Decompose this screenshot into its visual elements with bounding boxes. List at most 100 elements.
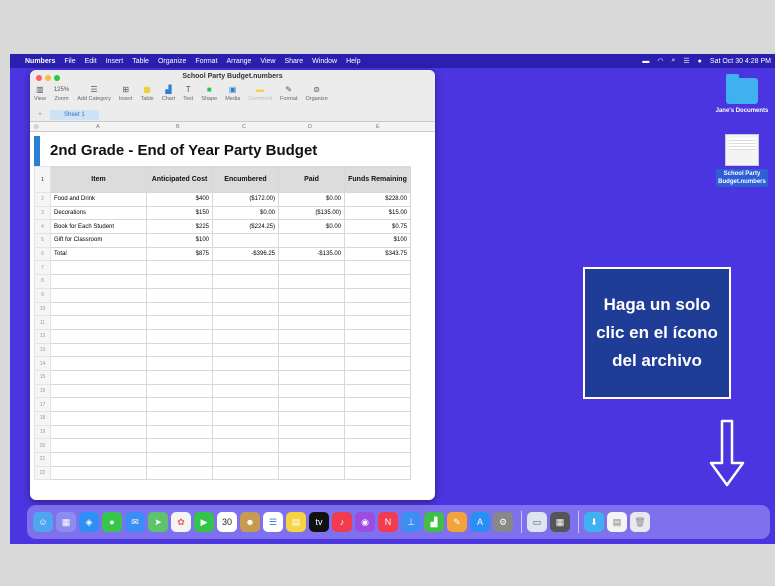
- table-cell[interactable]: [212, 424, 279, 440]
- keynote-icon[interactable]: ⊥: [401, 512, 421, 532]
- add-category-button[interactable]: ☰ Add Category: [77, 84, 111, 108]
- menu-window[interactable]: Window: [312, 58, 337, 65]
- column-header-cell[interactable]: Anticipated Cost: [146, 166, 213, 193]
- desktop-folder-janes-documents[interactable]: Jane's Documents: [711, 74, 773, 114]
- table-cell[interactable]: $225: [146, 219, 213, 235]
- preview-icon[interactable]: ▭: [527, 512, 547, 532]
- menu-edit[interactable]: Edit: [85, 58, 97, 65]
- table-cell[interactable]: [50, 301, 147, 317]
- column-header-e[interactable]: E: [376, 124, 380, 130]
- table-cell[interactable]: $0.00: [212, 205, 279, 221]
- column-header-cell[interactable]: Funds Remaining: [344, 166, 411, 193]
- row-number[interactable]: 11: [34, 315, 51, 330]
- column-header-a[interactable]: A: [96, 124, 100, 130]
- table-cell[interactable]: [212, 328, 279, 344]
- table-cell[interactable]: ($172.00): [212, 192, 279, 207]
- table-cell[interactable]: [278, 438, 345, 454]
- table-cell[interactable]: [278, 411, 345, 426]
- table-cell[interactable]: [50, 369, 147, 385]
- table-cell[interactable]: [278, 383, 345, 399]
- table-cell[interactable]: [212, 315, 279, 330]
- table-cell[interactable]: [344, 315, 411, 330]
- news-icon[interactable]: N: [378, 512, 398, 532]
- column-header-cell[interactable]: Paid: [278, 166, 345, 193]
- finder-icon[interactable]: ☺: [33, 512, 53, 532]
- table-cell[interactable]: [50, 452, 147, 467]
- row-number[interactable]: 4: [34, 219, 51, 235]
- row-number[interactable]: 5: [34, 233, 51, 248]
- row-number[interactable]: 15: [34, 369, 51, 385]
- table-cell[interactable]: [146, 342, 213, 358]
- table-cell[interactable]: [212, 287, 279, 303]
- media-button[interactable]: ▣ Media: [225, 84, 240, 108]
- table-cell[interactable]: [146, 301, 213, 317]
- table-cell[interactable]: [212, 356, 279, 371]
- table-cell[interactable]: [212, 301, 279, 317]
- table-cell[interactable]: [278, 315, 345, 330]
- table-cell[interactable]: [50, 356, 147, 371]
- row-number[interactable]: 6: [34, 246, 51, 262]
- menu-app-numbers[interactable]: Numbers: [25, 58, 55, 65]
- table-title[interactable]: 2nd Grade - End of Year Party Budget: [34, 136, 435, 166]
- table-cell[interactable]: [146, 328, 213, 344]
- table-cell[interactable]: [146, 383, 213, 399]
- chart-button[interactable]: ▟ Chart: [162, 84, 175, 108]
- table-cell[interactable]: [146, 369, 213, 385]
- table-cell[interactable]: [278, 287, 345, 303]
- row-number[interactable]: 8: [34, 274, 51, 289]
- table-cell[interactable]: [212, 411, 279, 426]
- table-cell[interactable]: [278, 301, 345, 317]
- table-cell[interactable]: [146, 397, 213, 412]
- table-cell[interactable]: [50, 274, 147, 289]
- row-number[interactable]: 18: [34, 411, 51, 426]
- row-number[interactable]: 3: [34, 205, 51, 221]
- photos-icon[interactable]: ✿: [171, 512, 191, 532]
- text-button[interactable]: T Text: [183, 84, 193, 108]
- table-cell[interactable]: [212, 369, 279, 385]
- table-cell[interactable]: $400: [146, 192, 213, 207]
- table-cell[interactable]: ($135.00): [278, 205, 345, 221]
- safari-icon[interactable]: ◈: [79, 512, 99, 532]
- table-cell[interactable]: $228.00: [344, 192, 411, 207]
- table-cell[interactable]: -$396.25: [212, 246, 279, 262]
- table-cell[interactable]: [278, 233, 345, 248]
- table-cell[interactable]: [146, 287, 213, 303]
- table-cell[interactable]: [212, 465, 279, 481]
- table-cell[interactable]: [146, 424, 213, 440]
- table-cell[interactable]: [212, 397, 279, 412]
- table-cell[interactable]: $15.00: [344, 205, 411, 221]
- menu-insert[interactable]: Insert: [106, 58, 124, 65]
- podcasts-icon[interactable]: ◉: [355, 512, 375, 532]
- table-cell[interactable]: [344, 424, 411, 440]
- insert-button[interactable]: ⊞ Insert: [119, 84, 133, 108]
- column-header-b[interactable]: B: [176, 124, 180, 130]
- table-cell[interactable]: [344, 301, 411, 317]
- table-button[interactable]: ▦ Table: [141, 84, 154, 108]
- table-cell[interactable]: [278, 369, 345, 385]
- table-cell[interactable]: [50, 287, 147, 303]
- music-icon[interactable]: ♪: [332, 512, 352, 532]
- table-cell[interactable]: [344, 465, 411, 481]
- organize-button[interactable]: ⊜ Organize: [305, 84, 327, 108]
- column-header-cell[interactable]: Encumbered: [212, 166, 279, 193]
- table-cell[interactable]: [278, 397, 345, 412]
- menu-organize[interactable]: Organize: [158, 58, 186, 65]
- spotlight-search-icon[interactable]: ⌕: [671, 57, 675, 65]
- table-cell[interactable]: [278, 274, 345, 289]
- table-cell[interactable]: [50, 342, 147, 358]
- table-cell[interactable]: [146, 260, 213, 276]
- app-store-icon[interactable]: A: [470, 512, 490, 532]
- table-cell[interactable]: [50, 383, 147, 399]
- desktop-file-school-party-budget[interactable]: School Party Budget.numbers: [711, 134, 773, 187]
- menu-help[interactable]: Help: [346, 58, 360, 65]
- row-number[interactable]: 19: [34, 424, 51, 440]
- table-cell[interactable]: [278, 452, 345, 467]
- messages-icon[interactable]: ●: [102, 512, 122, 532]
- table-cell[interactable]: [212, 274, 279, 289]
- row-number[interactable]: 16: [34, 383, 51, 399]
- wifi-icon[interactable]: ◠: [657, 57, 663, 65]
- table-cell[interactable]: [50, 397, 147, 412]
- table-cell[interactable]: [212, 383, 279, 399]
- contacts-icon[interactable]: ☻: [240, 512, 260, 532]
- table-cell[interactable]: [146, 315, 213, 330]
